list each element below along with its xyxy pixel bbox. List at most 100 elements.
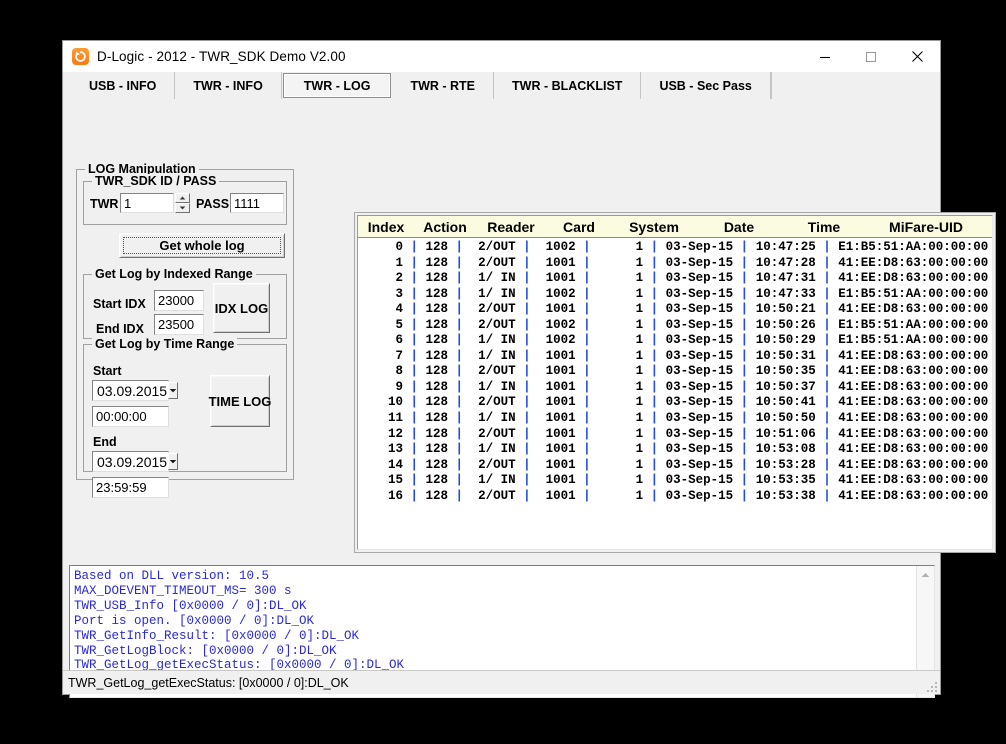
tab-twr-log[interactable]: TWR - LOG xyxy=(282,73,392,98)
spinner-up-button[interactable] xyxy=(175,193,190,203)
log-table[interactable]: Index Action Reader Card System Date Tim… xyxy=(357,215,993,550)
table-row[interactable]: 1 | 128 | 2/OUT | 1001 | 1 | 03-Sep-15 |… xyxy=(358,256,992,272)
cell-separator: | xyxy=(583,348,591,363)
resize-grip-icon[interactable] xyxy=(926,680,938,692)
cell-separator: | xyxy=(823,333,831,348)
cell-separator: | xyxy=(650,240,659,254)
cell-separator: | xyxy=(455,442,464,457)
table-row[interactable]: 3 | 128 | 1/ IN | 1002 | 1 | 03-Sep-15 |… xyxy=(358,287,992,303)
cell-separator: | xyxy=(523,442,531,457)
cell-separator: | xyxy=(410,488,419,503)
column-header-system: System xyxy=(629,218,679,235)
table-row[interactable]: 12 | 128 | 2/OUT | 1001 | 1 | 03-Sep-15 … xyxy=(358,427,992,443)
minimize-button[interactable] xyxy=(802,41,848,72)
maximize-button[interactable] xyxy=(848,41,894,72)
twr-label: TWR xyxy=(90,197,119,211)
table-row[interactable]: 14 | 128 | 2/OUT | 1001 | 1 | 03-Sep-15 … xyxy=(358,458,992,474)
log-table-body[interactable]: 0 | 128 | 2/OUT | 1002 | 1 | 03-Sep-15 |… xyxy=(358,238,992,549)
idx-log-button[interactable]: IDX LOG xyxy=(213,283,270,333)
cell-separator: | xyxy=(523,457,531,472)
cell-separator: | xyxy=(740,442,749,457)
column-header-card: Card xyxy=(563,218,595,235)
cell-separator: | xyxy=(650,379,659,394)
start-idx-input[interactable]: 23000 xyxy=(154,290,204,311)
table-row[interactable]: 6 | 128 | 1/ IN | 1002 | 1 | 03-Sep-15 |… xyxy=(358,333,992,349)
cell-separator: | xyxy=(823,271,831,286)
application-window: D-Logic - 2012 - TWR_SDK Demo V2.00 USB … xyxy=(62,40,996,698)
table-row[interactable]: 10 | 128 | 2/OUT | 1001 | 1 | 03-Sep-15 … xyxy=(358,395,992,411)
cell-separator: | xyxy=(740,255,749,270)
cell-separator: | xyxy=(823,255,831,270)
cell-separator: | xyxy=(740,379,749,394)
cell-separator: | xyxy=(410,457,419,472)
window-title: D-Logic - 2012 - TWR_SDK Demo V2.00 xyxy=(97,49,346,64)
tab-usb-sec-pass[interactable]: USB - Sec Pass xyxy=(641,72,771,99)
tab-twr-info[interactable]: TWR - INFO xyxy=(175,72,282,99)
cell-separator: | xyxy=(740,333,749,348)
chevron-down-icon[interactable] xyxy=(168,382,179,399)
cell-separator: | xyxy=(583,286,591,301)
cell-separator: | xyxy=(523,379,531,394)
end-time-input[interactable]: 23:59:59 xyxy=(92,477,169,498)
cell-separator: | xyxy=(410,317,419,332)
column-header-reader: Reader xyxy=(487,218,535,235)
tab-strip-filler xyxy=(770,72,940,99)
time-log-button[interactable]: TIME LOG xyxy=(209,375,271,427)
cell-separator: | xyxy=(650,364,659,379)
tab-usb-info[interactable]: USB - INFO xyxy=(71,72,176,99)
cell-separator: | xyxy=(823,286,831,301)
cell-separator: | xyxy=(410,302,419,317)
spinner-down-button[interactable] xyxy=(175,203,190,213)
end-idx-input[interactable]: 23500 xyxy=(154,314,204,335)
start-date-value: 03.09.2015 xyxy=(97,382,168,399)
cell-separator: | xyxy=(410,348,419,363)
table-row[interactable]: 15 | 128 | 1/ IN | 1001 | 1 | 03-Sep-15 … xyxy=(358,473,992,489)
pass-input[interactable]: 1111 xyxy=(230,193,284,213)
end-date-combo[interactable]: 03.09.2015 xyxy=(92,451,179,472)
table-row[interactable]: 9 | 128 | 1/ IN | 1001 | 1 | 03-Sep-15 |… xyxy=(358,380,992,396)
cell-separator: | xyxy=(455,473,464,488)
column-header-index: Index xyxy=(367,218,405,235)
cell-separator: | xyxy=(740,488,749,503)
twr-id-spinner[interactable] xyxy=(175,193,190,213)
cell-separator: | xyxy=(583,473,591,488)
cell-separator: | xyxy=(583,395,591,410)
client-area: LOG Manipulation TWR_SDK ID / PASS TWR 1… xyxy=(63,99,996,698)
cell-separator: | xyxy=(583,411,591,426)
cell-separator: | xyxy=(523,271,531,286)
refresh-circle-icon xyxy=(72,48,89,65)
cell-separator: | xyxy=(523,395,531,410)
cell-separator: | xyxy=(583,457,591,472)
table-row[interactable]: 5 | 128 | 2/OUT | 1002 | 1 | 03-Sep-15 |… xyxy=(358,318,992,334)
twr-id-input[interactable]: 1 xyxy=(120,193,174,213)
tab-twr-rte[interactable]: TWR - RTE xyxy=(392,72,495,99)
table-row[interactable]: 2 | 128 | 1/ IN | 1001 | 1 | 03-Sep-15 |… xyxy=(358,271,992,287)
cell-separator: | xyxy=(455,240,464,254)
cell-separator: | xyxy=(740,395,749,410)
cell-separator: | xyxy=(410,426,419,441)
cell-separator: | xyxy=(650,442,659,457)
cell-separator: | xyxy=(583,426,591,441)
table-row[interactable]: 4 | 128 | 2/OUT | 1001 | 1 | 03-Sep-15 |… xyxy=(358,302,992,318)
cell-separator: | xyxy=(523,426,531,441)
table-row[interactable]: 8 | 128 | 2/OUT | 1001 | 1 | 03-Sep-15 |… xyxy=(358,364,992,380)
window-controls xyxy=(802,41,940,72)
start-date-combo[interactable]: 03.09.2015 xyxy=(92,380,179,401)
start-time-input[interactable]: 00:00:00 xyxy=(92,406,169,427)
cell-separator: | xyxy=(523,488,531,503)
table-row[interactable]: 11 | 128 | 1/ IN | 1001 | 1 | 03-Sep-15 … xyxy=(358,411,992,427)
cell-separator: | xyxy=(650,286,659,301)
get-whole-log-button[interactable]: Get whole log xyxy=(119,233,285,258)
cell-separator: | xyxy=(523,364,531,379)
table-row[interactable]: 16 | 128 | 2/OUT | 1001 | 1 | 03-Sep-15 … xyxy=(358,489,992,505)
tab-twr-blacklist[interactable]: TWR - BLACKLIST xyxy=(494,72,642,99)
table-row[interactable]: 13 | 128 | 1/ IN | 1001 | 1 | 03-Sep-15 … xyxy=(358,442,992,458)
chevron-down-icon[interactable] xyxy=(168,453,179,470)
table-row[interactable]: 0 | 128 | 2/OUT | 1002 | 1 | 03-Sep-15 |… xyxy=(358,240,992,256)
cell-separator: | xyxy=(650,473,659,488)
close-button[interactable] xyxy=(894,41,940,72)
cell-separator: | xyxy=(583,333,591,348)
cell-separator: | xyxy=(410,395,419,410)
table-row[interactable]: 7 | 128 | 1/ IN | 1001 | 1 | 03-Sep-15 |… xyxy=(358,349,992,365)
chevron-up-icon[interactable] xyxy=(917,566,934,583)
